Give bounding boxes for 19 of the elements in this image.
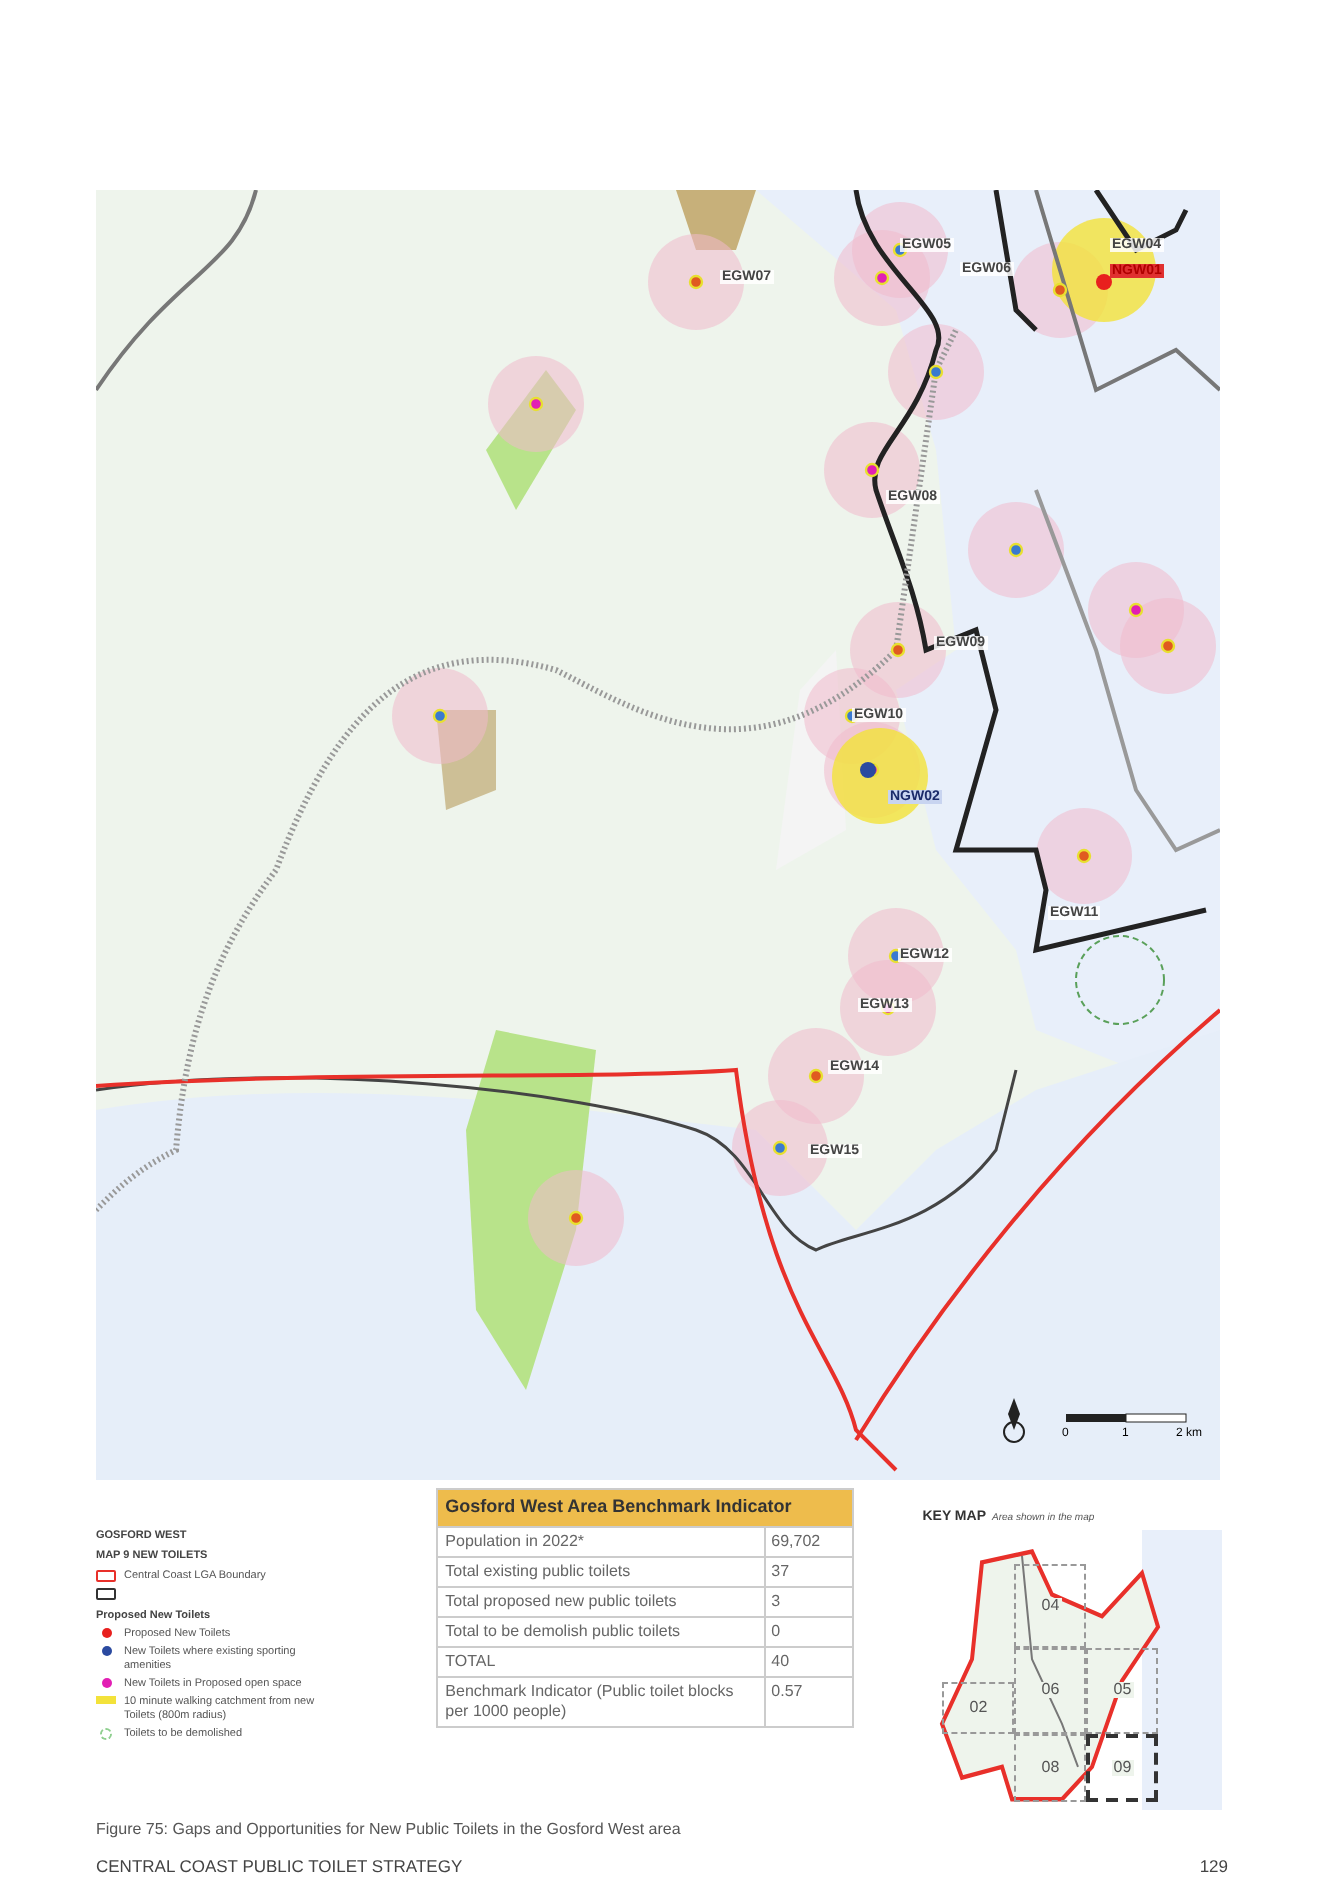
table-cell-text: 3 bbox=[769, 1589, 783, 1613]
table-cell-text: 40 bbox=[769, 1649, 792, 1673]
table-cell: Benchmark Indicator (Public toilet blocks per 1000 people) bbox=[437, 1677, 766, 1725]
footer-title: CENTRAL COAST PUBLIC TOILET STRATEGY bbox=[96, 1853, 463, 1879]
table-cell-text: 0.57 bbox=[769, 1679, 805, 1703]
table-title: Gosford West Area Benchmark Indicator bbox=[437, 1490, 853, 1525]
table-cell: Total to be demolish public toilets bbox=[437, 1617, 766, 1645]
area-number: 06 bbox=[1039, 1682, 1062, 1699]
table-cell-text: 0 bbox=[769, 1619, 783, 1643]
area-number: 09 bbox=[1111, 1759, 1134, 1775]
table-cell: Population in 2022* bbox=[437, 1527, 766, 1555]
table-cell-text: 37 bbox=[769, 1559, 792, 1583]
table-cell: Total proposed new public toilets bbox=[437, 1587, 766, 1615]
area-number: 05 bbox=[1111, 1682, 1134, 1699]
table-cell: TOTAL bbox=[437, 1647, 766, 1675]
table-cell: Total existing public toilets bbox=[437, 1557, 766, 1585]
page-number: 129 bbox=[1199, 1853, 1228, 1879]
figure-caption: Figure 75: Gaps and Opportunities for New Public Toilets in the Gosford West area bbox=[96, 1817, 683, 1841]
table-cell-text: 69,702 bbox=[769, 1529, 823, 1553]
